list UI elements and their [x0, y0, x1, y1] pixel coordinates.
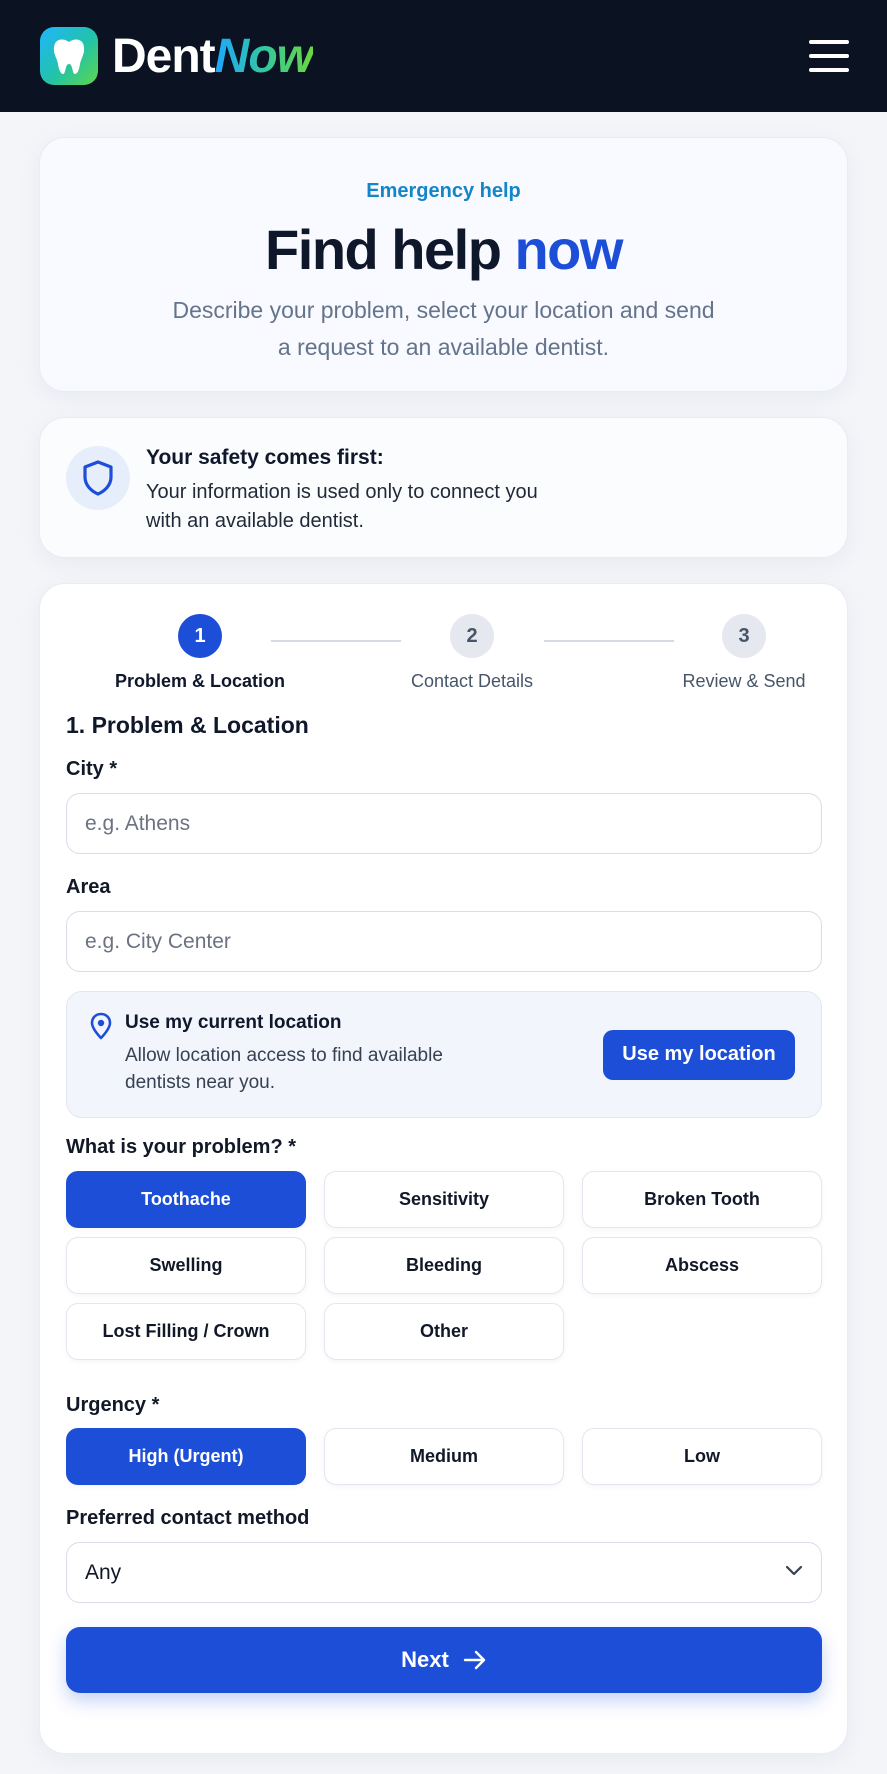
step-label: Contact Details	[410, 671, 534, 691]
step-number: 1	[178, 614, 222, 658]
request-form-card: 1 Problem & Location 2 Contact Details 3…	[39, 583, 848, 1754]
section-title: 1. Problem & Location	[66, 712, 309, 738]
hamburger-menu-icon[interactable]	[809, 40, 849, 72]
step-label: Problem & Location	[114, 671, 285, 691]
location-title: Use my current location	[125, 1011, 342, 1033]
brand-name-part2: Now	[214, 29, 314, 83]
next-button[interactable]: Next	[66, 1627, 822, 1693]
hero-title-main: Find help	[265, 218, 502, 281]
contact-method-label: Preferred contact method	[66, 1507, 310, 1529]
shield-icon	[66, 446, 130, 510]
safety-body: Your information is used only to connect…	[146, 481, 538, 532]
area-label: Area	[66, 876, 111, 898]
problem-options: Toothache Sensitivity Broken Tooth Swell…	[66, 1171, 822, 1360]
location-description: Allow location access to find available …	[125, 1044, 443, 1093]
hero-subtitle: Describe your problem, select your locat…	[172, 297, 715, 360]
hero-eyebrow: Emergency help	[366, 180, 521, 202]
step-3[interactable]: 3 Review & Send	[634, 614, 854, 692]
problem-option-sensitivity[interactable]: Sensitivity	[324, 1171, 564, 1228]
area-input[interactable]	[66, 911, 822, 972]
hero-card: Emergency help Find help now Describe yo…	[39, 137, 848, 392]
hero-title-accent: now	[514, 218, 623, 281]
urgency-label: Urgency *	[66, 1394, 160, 1416]
step-number: 3	[722, 614, 766, 658]
brand-logo[interactable]: DentNow	[40, 27, 314, 85]
problem-option-abscess[interactable]: Abscess	[582, 1237, 822, 1294]
contact-method-select[interactable]: Any	[66, 1542, 822, 1603]
urgency-option-medium[interactable]: Medium	[324, 1428, 564, 1485]
progress-stepper: 1 Problem & Location 2 Contact Details 3…	[66, 584, 821, 699]
problem-option-bleeding[interactable]: Bleeding	[324, 1237, 564, 1294]
chevron-down-icon	[785, 1564, 803, 1582]
page-title: Find help now	[40, 217, 847, 282]
urgency-option-high[interactable]: High (Urgent)	[66, 1428, 306, 1485]
brand-name-part1: Dent	[112, 29, 216, 83]
top-navigation-bar: DentNow	[0, 0, 887, 112]
map-pin-icon	[89, 1012, 113, 1045]
problem-option-toothache[interactable]: Toothache	[66, 1171, 306, 1228]
step-1[interactable]: 1 Problem & Location	[90, 614, 310, 692]
safety-title: Your safety comes first:	[146, 446, 384, 469]
problem-option-other[interactable]: Other	[324, 1303, 564, 1360]
urgency-options: High (Urgent) Medium Low	[66, 1428, 822, 1485]
use-my-location-button[interactable]: Use my location	[603, 1029, 795, 1080]
contact-method-value: Any	[85, 1560, 122, 1584]
step-label: Review & Send	[682, 671, 806, 691]
tooth-logo-icon	[40, 27, 98, 85]
city-label: City *	[66, 758, 118, 780]
step-2[interactable]: 2 Contact Details	[362, 614, 582, 692]
safety-notice-card: Your safety comes first: Your informatio…	[39, 417, 848, 558]
problem-option-swelling[interactable]: Swelling	[66, 1237, 306, 1294]
next-button-label: Next	[401, 1647, 449, 1672]
city-input[interactable]	[66, 793, 822, 854]
urgency-option-low[interactable]: Low	[582, 1428, 822, 1485]
brand-name: DentNow	[112, 29, 314, 84]
problem-option-broken-tooth[interactable]: Broken Tooth	[582, 1171, 822, 1228]
problem-label: What is your problem? *	[66, 1136, 297, 1158]
arrow-right-icon	[463, 1650, 487, 1670]
step-number: 2	[450, 614, 494, 658]
problem-option-lost-filling-crown[interactable]: Lost Filling / Crown	[66, 1303, 306, 1360]
current-location-panel: Use my current location Allow location a…	[66, 991, 822, 1118]
